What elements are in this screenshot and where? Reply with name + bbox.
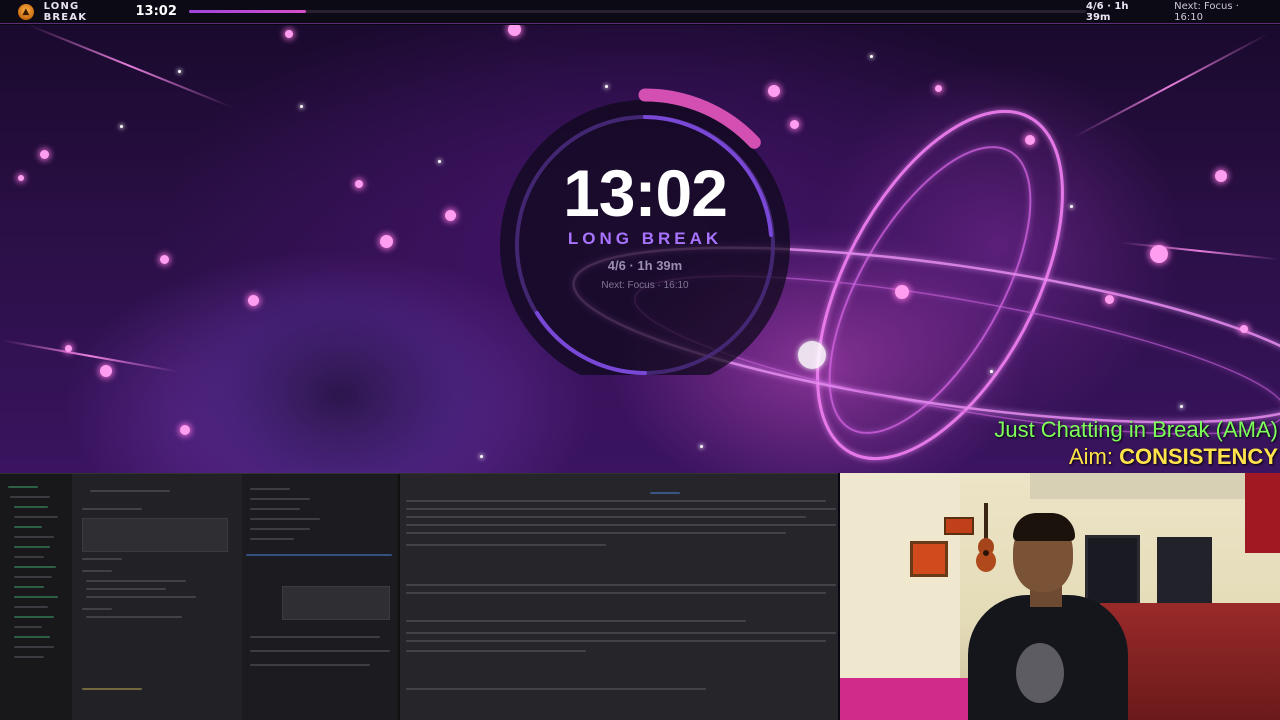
star — [100, 365, 112, 377]
break-timer: 13:02 LONG BREAK 4/6 · 1h 39m Next: Focu… — [495, 55, 795, 375]
screen-share — [0, 473, 838, 720]
star — [870, 55, 873, 58]
star — [990, 370, 993, 373]
star — [1240, 325, 1248, 333]
file-explorer — [0, 474, 72, 720]
star — [40, 150, 49, 159]
star — [18, 175, 24, 181]
star — [1180, 405, 1183, 408]
star — [895, 285, 909, 299]
star — [1025, 135, 1035, 145]
top-status-bar: ▲ LONG BREAK 13:02 4/6 · 1h 39m Next: Fo… — [0, 0, 1280, 24]
star — [65, 345, 72, 352]
stream-title: Just Chatting in Break (AMA) — [994, 417, 1278, 442]
star — [1150, 245, 1168, 263]
star — [178, 70, 181, 73]
timer-session-progress: 4/6 · 1h 39m — [607, 258, 683, 273]
timer-countdown: 13:02 — [563, 156, 728, 230]
webcam-feed — [840, 473, 1280, 720]
star — [248, 295, 259, 306]
aim-label: Aim: — [1068, 444, 1120, 469]
star — [160, 255, 169, 264]
flame-icon: ▲ — [18, 3, 34, 20]
timer-mode-label: LONG BREAK — [567, 229, 723, 248]
outline-panel — [242, 474, 396, 720]
aim-value: CONSISTENCY — [1119, 444, 1278, 469]
topbar-session: 4/6 · 1h 39m — [1086, 0, 1129, 23]
stream-aim: Aim: CONSISTENCY — [1069, 444, 1278, 470]
curtain — [1245, 473, 1280, 553]
chat-pane — [398, 474, 838, 720]
topbar-mode-label: LONG BREAK — [43, 0, 88, 23]
star — [380, 235, 393, 248]
wall-painting — [944, 517, 974, 535]
star — [445, 210, 456, 221]
topbar-timer: 13:02 — [135, 4, 177, 19]
editor-pane — [0, 474, 396, 720]
star — [1070, 205, 1073, 208]
topbar-next: Next: Focus · 16:10 — [1174, 0, 1239, 23]
star — [180, 425, 190, 435]
star — [480, 455, 483, 458]
wall-painting — [910, 541, 948, 577]
star — [700, 445, 703, 448]
star — [1105, 295, 1114, 304]
markdown-preview — [72, 474, 242, 720]
star — [300, 105, 303, 108]
topbar-progress-fill — [188, 10, 306, 13]
guitar-icon — [976, 503, 996, 572]
star — [120, 125, 123, 128]
timer-next-session: Next: Focus · 16:10 — [601, 280, 689, 291]
star — [935, 85, 942, 92]
star — [355, 180, 363, 188]
star — [285, 30, 293, 38]
topbar-progress-bar — [188, 10, 1087, 13]
star — [1215, 170, 1227, 182]
star — [438, 160, 441, 163]
